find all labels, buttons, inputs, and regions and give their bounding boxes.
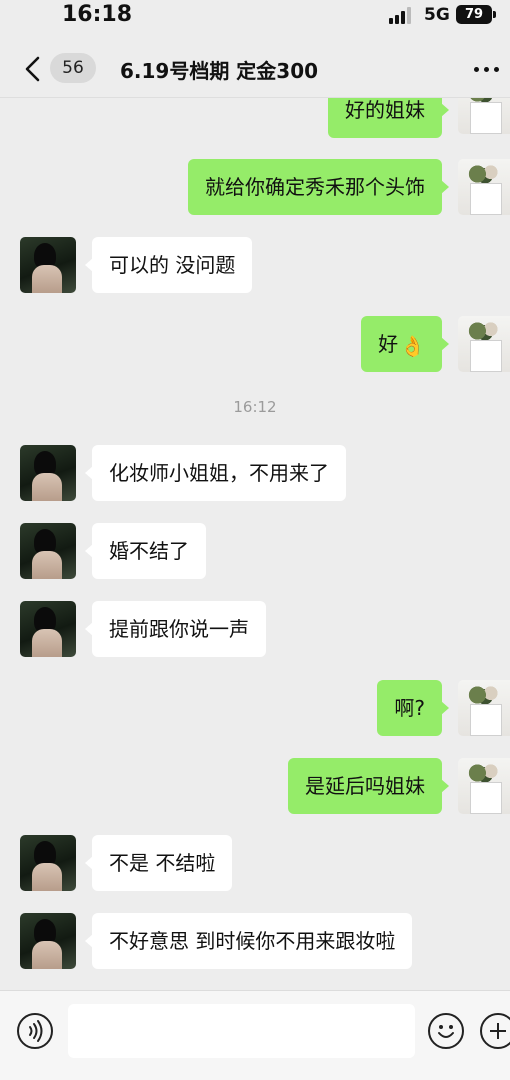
message-text: 提前跟你说一声 xyxy=(109,617,249,641)
unread-count-badge[interactable]: 56 xyxy=(50,53,96,83)
message-text: 化妆师小姐姐，不用来了 xyxy=(109,461,329,485)
message-bubble-contact[interactable]: 不好意思 到时候你不用来跟妆啦 xyxy=(84,913,413,969)
message-bubble-contact[interactable]: 提前跟你说一声 xyxy=(85,601,266,657)
self-avatar[interactable] xyxy=(458,680,510,736)
status-bar: 16:18 5G 79 xyxy=(0,0,510,32)
message-bubble-self[interactable]: 是延后吗姐妹 xyxy=(288,758,449,814)
network-label: 5G xyxy=(424,5,450,25)
voice-waves-icon xyxy=(29,1020,43,1042)
plus-icon[interactable] xyxy=(480,1013,510,1049)
self-avatar[interactable] xyxy=(458,758,510,814)
more-dot xyxy=(494,67,499,72)
more-horizontal-icon[interactable] xyxy=(470,54,504,84)
self-avatar[interactable] xyxy=(458,98,510,134)
chevron-left-icon[interactable] xyxy=(20,54,46,84)
contact-avatar[interactable] xyxy=(20,237,76,293)
chat-message-list[interactable]: 好的姐妹 就给你确定秀禾那个头饰 可以的 没问题 好 👌 16:12 化妆师小姐姐… xyxy=(0,98,510,990)
more-dot xyxy=(474,67,479,72)
contact-avatar[interactable] xyxy=(20,835,76,891)
self-avatar[interactable] xyxy=(458,316,510,372)
more-dot xyxy=(484,67,489,72)
smiley-face-icon xyxy=(438,1025,454,1038)
message-text: 不是 不结啦 xyxy=(109,851,216,875)
message-bubble-self[interactable]: 好的姐妹 xyxy=(328,98,449,138)
message-bubble-contact[interactable]: 化妆师小姐姐，不用来了 xyxy=(85,445,346,501)
voice-icon[interactable] xyxy=(17,1013,53,1049)
message-text: 好 xyxy=(378,332,399,356)
message-bubble-contact[interactable]: 不是 不结啦 xyxy=(84,835,233,891)
message-text: 不好意思 到时候你不用来跟妆啦 xyxy=(109,929,396,953)
message-text: 好的姐妹 xyxy=(345,98,425,122)
ok-hand-emoji-icon: 👌 xyxy=(400,333,425,358)
message-timestamp: 16:12 xyxy=(233,398,277,416)
contact-avatar[interactable] xyxy=(20,913,76,969)
contact-avatar[interactable] xyxy=(20,601,76,657)
message-bubble-self[interactable]: 就给你确定秀禾那个头饰 xyxy=(188,159,449,215)
message-text: 可以的 没问题 xyxy=(109,253,236,277)
message-bubble-self[interactable]: 啊? xyxy=(377,680,449,736)
message-text: 婚不结了 xyxy=(109,539,189,563)
message-text: 是延后吗姐妹 xyxy=(305,774,425,798)
chat-header: 56 6.19号档期 定金300 xyxy=(0,40,510,98)
message-text: 就给你确定秀禾那个头饰 xyxy=(205,175,425,199)
input-bar xyxy=(0,990,510,1080)
message-bubble-contact[interactable]: 可以的 没问题 xyxy=(84,237,253,293)
smiley-icon[interactable] xyxy=(428,1013,464,1049)
status-time: 16:18 xyxy=(62,2,133,27)
contact-avatar[interactable] xyxy=(20,523,76,579)
battery-icon: 79 xyxy=(456,5,496,24)
contact-avatar[interactable] xyxy=(20,445,76,501)
battery-level: 79 xyxy=(464,7,484,22)
message-text: 啊? xyxy=(394,696,425,720)
message-bubble-self[interactable]: 好 👌 xyxy=(361,316,449,372)
chat-title: 6.19号档期 定金300 xyxy=(120,59,319,83)
message-bubble-contact[interactable]: 婚不结了 xyxy=(85,523,206,579)
signal-icon xyxy=(389,7,411,24)
message-input[interactable] xyxy=(68,1004,415,1058)
self-avatar[interactable] xyxy=(458,159,510,215)
